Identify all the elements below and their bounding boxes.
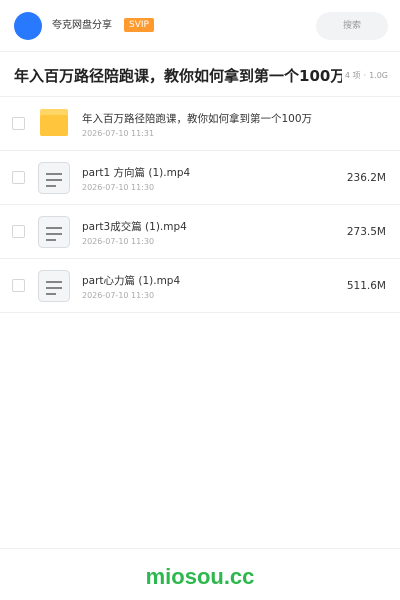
footer: miosou.cc bbox=[0, 548, 400, 600]
file-name: part3成交篇 (1).mp4 bbox=[82, 221, 187, 233]
folder-meta: 4 项 · 1.0G bbox=[345, 70, 388, 82]
file-icon bbox=[38, 216, 70, 248]
list-item[interactable]: 年入百万路径陪跑课，教你如何拿到第一个100万 2026-07-10 11:31 bbox=[0, 97, 400, 151]
file-date: 2026-07-10 11:30 bbox=[82, 183, 155, 192]
select-checkbox[interactable] bbox=[12, 171, 25, 184]
list-item[interactable]: part1 方向篇 (1).mp4 2026-07-10 11:30 236.2… bbox=[0, 151, 400, 205]
search-input[interactable] bbox=[316, 12, 388, 40]
file-date: 2026-07-10 11:30 bbox=[82, 291, 155, 300]
watermark-text: miosou.cc bbox=[145, 564, 255, 589]
file-date: 2026-07-10 11:31 bbox=[82, 129, 155, 138]
page-title: 年入百万路径陪跑课，教你如何拿到第一个100万 bbox=[14, 67, 342, 85]
folder-icon bbox=[40, 109, 68, 136]
folder-header: 年入百万路径陪跑课，教你如何拿到第一个100万 4 项 · 1.0G bbox=[0, 53, 400, 97]
select-checkbox[interactable] bbox=[12, 117, 25, 130]
username: 夸克网盘分享 bbox=[52, 20, 112, 31]
list-item[interactable]: part3成交篇 (1).mp4 2026-07-10 11:30 273.5M bbox=[0, 205, 400, 259]
list-item[interactable]: part心力篇 (1).mp4 2026-07-10 11:30 511.6M bbox=[0, 259, 400, 313]
file-size: 273.5M bbox=[346, 226, 386, 238]
file-name: part心力篇 (1).mp4 bbox=[82, 275, 181, 287]
file-name: part1 方向篇 (1).mp4 bbox=[82, 167, 191, 179]
select-checkbox[interactable] bbox=[12, 225, 25, 238]
file-icon bbox=[38, 162, 70, 194]
file-name: 年入百万路径陪跑课，教你如何拿到第一个100万 bbox=[82, 113, 313, 125]
file-icon bbox=[38, 270, 70, 302]
file-list: 年入百万路径陪跑课，教你如何拿到第一个100万 2026-07-10 11:31… bbox=[0, 97, 400, 313]
total-size: 1.0G bbox=[369, 71, 388, 80]
file-size: 511.6M bbox=[346, 280, 386, 292]
item-count: 4 项 bbox=[344, 71, 361, 80]
top-bar: 夸克网盘分享 SVIP bbox=[0, 0, 400, 52]
file-date: 2026-07-10 11:30 bbox=[82, 237, 155, 246]
avatar[interactable] bbox=[14, 12, 42, 40]
svip-badge: SVIP bbox=[124, 18, 154, 32]
file-size: 236.2M bbox=[346, 172, 386, 184]
meta-separator: · bbox=[363, 71, 367, 80]
select-checkbox[interactable] bbox=[12, 279, 25, 292]
